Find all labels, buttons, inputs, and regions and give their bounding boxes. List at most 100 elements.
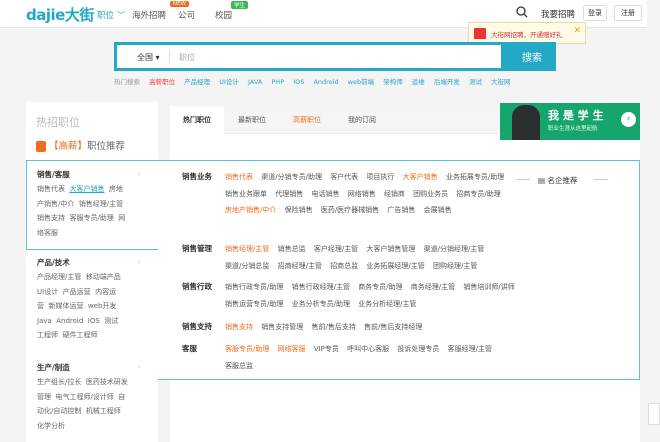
category-link[interactable]: 生产组长/拉长 [37, 378, 81, 386]
job-link[interactable]: 商务经理/主管 [411, 283, 455, 291]
category-product-tech[interactable]: 产品/技术 › 产品经理/主管 移动端产品 UI设计 产品运营 内容运 营 新媒… [37, 255, 149, 343]
arrow-right-icon[interactable]: › [621, 112, 636, 127]
job-link[interactable]: 广告销售 [387, 206, 415, 214]
category-link[interactable]: 机械工程师 [86, 407, 121, 415]
job-link[interactable]: 保险销售 [285, 206, 313, 214]
search-input-box[interactable]: 全国 ▾ 职位 [117, 45, 501, 68]
category-link[interactable]: 移动端产品 [86, 273, 121, 281]
category-link[interactable]: Java [37, 317, 52, 325]
job-link[interactable]: 渠道/分销经理/主管 [424, 245, 485, 253]
hot-keyword[interactable]: 运维 [412, 78, 425, 86]
job-link[interactable]: 代理销售 [275, 190, 303, 198]
login-button[interactable]: 登录 [583, 5, 607, 21]
category-link[interactable]: 营 [37, 302, 44, 310]
job-link[interactable]: 团购经理/主管 [433, 262, 477, 270]
hot-keyword[interactable]: web前端 [348, 78, 374, 86]
job-link[interactable]: 经销商 [384, 190, 405, 198]
hot-keyword[interactable]: 大街网 [491, 78, 511, 86]
job-link[interactable]: 招商专员/助理 [456, 190, 500, 198]
category-link[interactable]: UI设计 [37, 288, 58, 296]
hot-keyword[interactable]: Android [313, 78, 338, 86]
job-link[interactable]: 电话销售 [311, 190, 339, 198]
category-link[interactable]: 硬件工程师 [62, 331, 97, 339]
nav-jobs[interactable]: 职位 ﹀ [97, 9, 125, 21]
company-recommend[interactable]: ▤ 名企推荐 [516, 175, 608, 186]
promo-tooltip[interactable]: 大街网招聘，开通赠好礼 ✕ [468, 22, 586, 44]
job-link[interactable]: 客服专员/助理 [225, 345, 269, 353]
category-link[interactable]: 新媒体运营 [48, 302, 83, 310]
job-link[interactable]: 团购业务员 [413, 190, 448, 198]
search-input[interactable]: 职位 [179, 52, 195, 63]
hot-keyword[interactable]: PHP [271, 78, 284, 86]
nav-overseas[interactable]: 海外招聘 [132, 9, 166, 21]
category-link[interactable]: 产品经理/主管 [37, 273, 81, 281]
job-link[interactable]: 商务专员/助理 [358, 283, 402, 291]
hire-link[interactable]: 我要招聘 [541, 8, 575, 20]
category-link[interactable]: 自 [118, 393, 125, 401]
job-link[interactable]: 业务拓展专员/助理 [446, 173, 504, 181]
hot-keyword[interactable]: UI设计 [219, 78, 239, 86]
category-link[interactable]: 产品运营 [63, 288, 91, 296]
job-link[interactable]: VIP专员 [314, 345, 339, 353]
job-link[interactable]: 业务分析专员/助理 [292, 300, 350, 308]
job-link[interactable]: 销售总监 [278, 245, 306, 253]
job-link[interactable]: 投诉处理专员 [397, 345, 439, 353]
job-link[interactable]: 呼叫中心客服 [347, 345, 389, 353]
category-link[interactable]: 医药技术研发 [86, 378, 128, 386]
hot-keyword[interactable]: 测试 [469, 78, 482, 86]
logo[interactable]: dajie大街 [26, 4, 94, 25]
student-banner[interactable]: 我 是 学 生 职业生涯从这里起航 › [500, 103, 640, 140]
tab-subscription[interactable]: 我的订阅 [348, 115, 376, 125]
job-link[interactable]: 业务分析经理/主管 [358, 300, 416, 308]
city-select[interactable]: 全国 ▾ [137, 52, 160, 63]
nav-campus[interactable]: 校园 [215, 9, 232, 21]
nav-company[interactable]: 公司 [178, 9, 195, 21]
job-link[interactable]: 网络客服 [278, 345, 306, 353]
job-link[interactable]: 大客户销售管理 [366, 245, 415, 253]
job-link[interactable]: 渠道/分销总监 [225, 262, 269, 270]
side-widget[interactable] [648, 403, 660, 425]
hot-keyword[interactable]: 产品经理 [184, 78, 210, 86]
search-icon[interactable] [516, 6, 528, 18]
category-link[interactable]: web开发 [88, 302, 116, 310]
category-link[interactable]: Android [56, 317, 83, 325]
job-link[interactable]: 大客户销售 [403, 173, 438, 181]
job-link[interactable]: 售前/售后支持 [311, 323, 355, 331]
job-link[interactable]: 网络销售 [348, 190, 376, 198]
scrollbar[interactable] [647, 0, 660, 442]
hot-keyword[interactable]: JAVA [248, 78, 262, 86]
job-link[interactable]: 会展销售 [424, 206, 452, 214]
tab-latest[interactable]: 最新职位 [238, 115, 266, 125]
search-button[interactable]: 搜索 [522, 49, 542, 64]
job-link[interactable]: 销售行政专员/助理 [225, 283, 283, 291]
job-link[interactable]: 客服经理/主管 [448, 345, 492, 353]
job-link[interactable]: 售前/售后支持经理 [364, 323, 422, 331]
category-link[interactable]: 内容运 [95, 288, 116, 296]
category-link[interactable]: 工程师 [37, 331, 58, 339]
job-link[interactable]: 渠道/分销专员/助理 [261, 173, 322, 181]
tab-high-salary[interactable]: 高薪职位 [293, 115, 321, 125]
job-link[interactable]: 房地产销售/中介 [225, 206, 276, 214]
category-link[interactable]: 化学分析 [37, 422, 65, 430]
job-link[interactable]: 销售代表 [225, 173, 253, 181]
job-link[interactable]: 销售业务跟单 [225, 190, 267, 198]
job-link[interactable]: 销售支持 [225, 323, 253, 331]
hot-keyword[interactable]: 高薪职位 [149, 78, 175, 86]
category-link[interactable]: 动化/自动控制 [37, 407, 81, 415]
job-link[interactable]: 销售支持管理 [261, 323, 303, 331]
job-link[interactable]: 招商总监 [330, 262, 358, 270]
close-icon[interactable]: ✕ [573, 26, 581, 36]
job-link[interactable]: 业务拓展经理/主管 [366, 262, 424, 270]
hot-keyword[interactable]: IOS [293, 78, 304, 86]
category-link[interactable]: 管理 [37, 393, 51, 401]
job-link[interactable]: 招商经理/主管 [278, 262, 322, 270]
category-manufacturing[interactable]: 生产/制造 › 生产组长/拉长 医药技术研发 管理 电气工程师/设计师 自 动化… [37, 360, 149, 433]
hot-keyword[interactable]: 架构师 [383, 78, 403, 86]
job-link[interactable]: 项目执行 [366, 173, 394, 181]
category-link[interactable]: 电气工程师/设计师 [55, 393, 113, 401]
category-link[interactable]: 测试 [104, 317, 118, 325]
job-link[interactable]: 销售培训师/讲师 [463, 283, 514, 291]
job-link[interactable]: 客户经理/主管 [314, 245, 358, 253]
category-link[interactable]: IOS [88, 317, 100, 325]
job-link[interactable]: 医药/医疗器械销售 [321, 206, 379, 214]
